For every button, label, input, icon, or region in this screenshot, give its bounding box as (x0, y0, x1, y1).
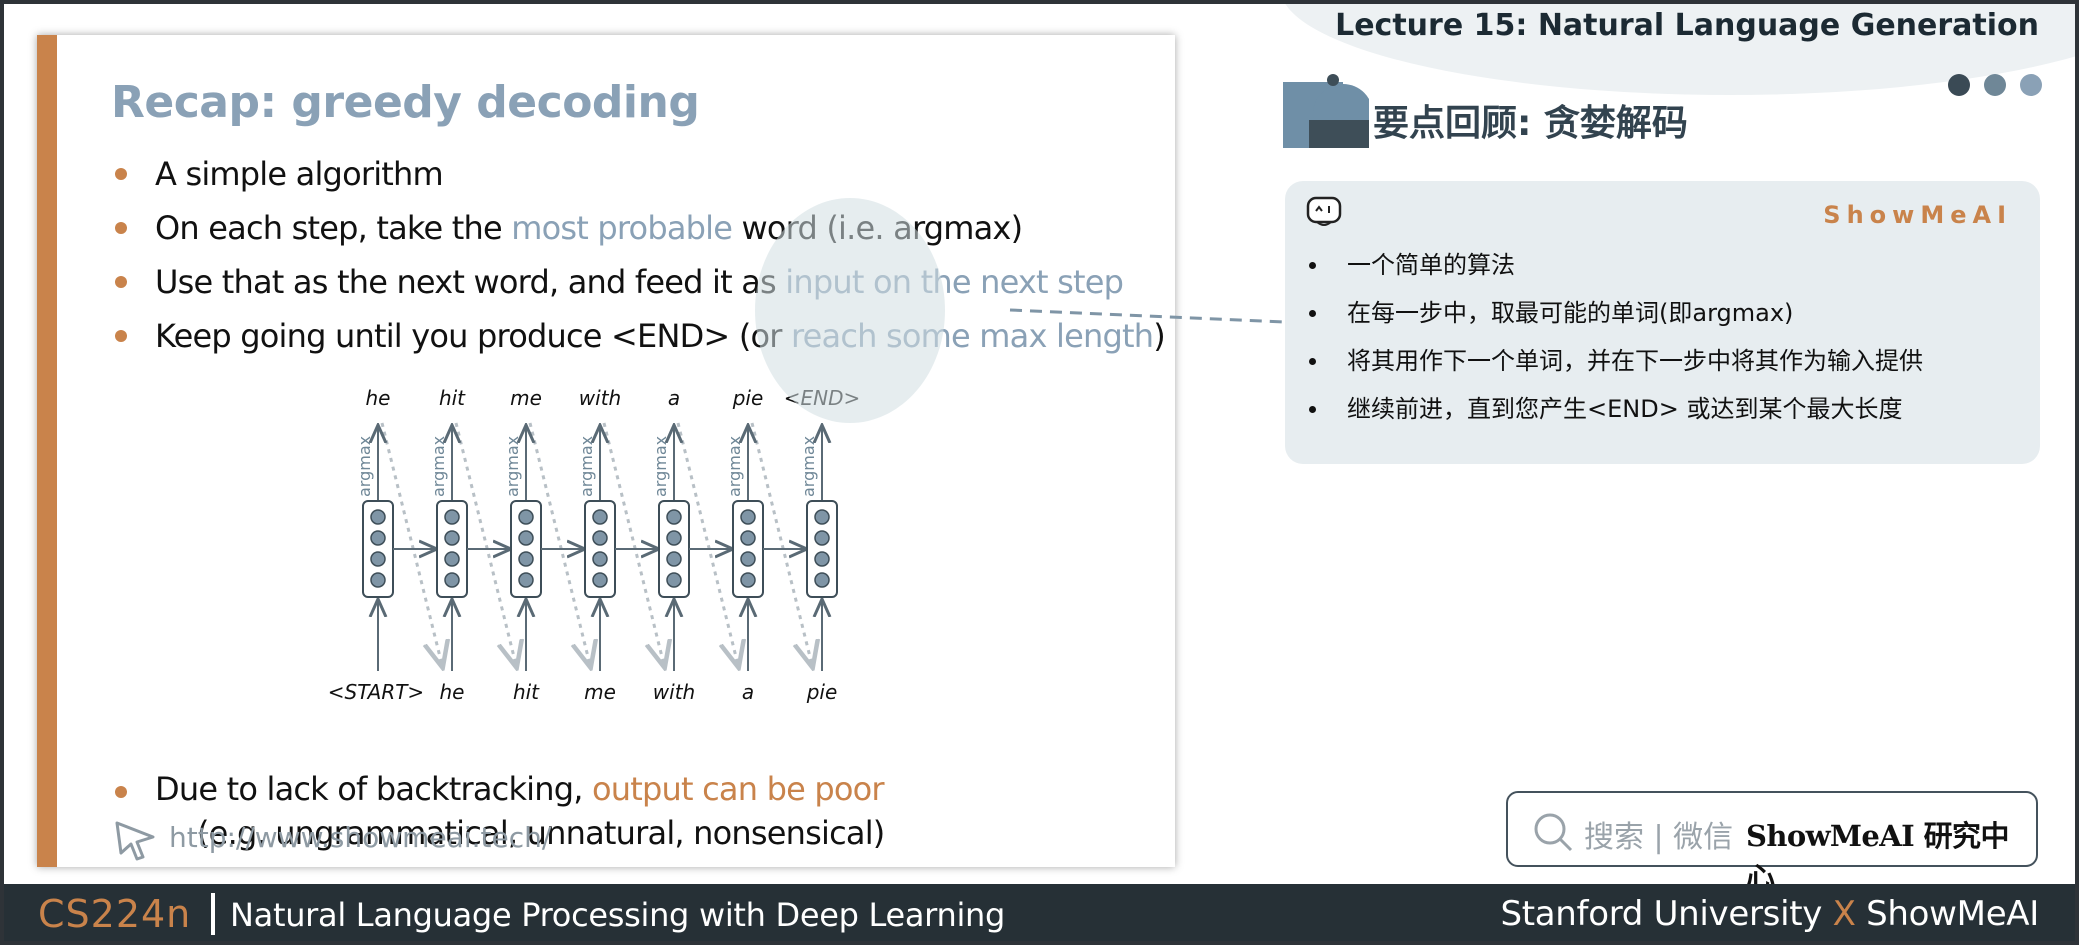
neuron (592, 572, 608, 588)
note-item: 继续前进，直到您产生<END> 或达到某个最大长度 (1307, 385, 1923, 433)
section-title: 要点回顾: 贪婪解码 (1373, 103, 1688, 144)
neuron (444, 572, 460, 588)
neuron (592, 551, 608, 567)
brand-label: ShowMeAI (1823, 201, 2012, 229)
output-word: with (579, 386, 621, 410)
neuron (666, 509, 682, 525)
output-word: hit (439, 386, 466, 410)
dot-3 (2020, 74, 2042, 96)
neuron (518, 551, 534, 567)
neuron (518, 530, 534, 546)
course-subtitle: Natural Language Processing with Deep Le… (230, 896, 1006, 934)
footer-credit-showmeai: ShowMeAI (1855, 894, 2039, 934)
bullet-5-highlight: output can be poor (592, 770, 885, 808)
notes-list: 一个简单的算法 在每一步中，取最可能的单词(即argmax) 将其用作下一个单词… (1307, 241, 1923, 433)
note-item: 在每一步中，取最可能的单词(即argmax) (1307, 289, 1923, 337)
footer-credits: Stanford University X ShowMeAI (1500, 894, 2039, 934)
argmax-label: argmax (725, 436, 744, 497)
notes-card: ShowMeAI 一个简单的算法 在每一步中，取最可能的单词(即argmax) … (1285, 181, 2040, 464)
neuron (666, 572, 682, 588)
footer-divider (211, 893, 215, 935)
input-word: hit (513, 680, 540, 704)
bullet-5-pre: Due to lack of backtracking, (155, 770, 593, 808)
neuron (814, 572, 830, 588)
neuron (370, 572, 386, 588)
input-word: <START> (328, 680, 424, 704)
neuron (444, 530, 460, 546)
footer-credit-stanford: Stanford University (1500, 894, 1833, 934)
website-link[interactable]: http://www.showmeai.tech/ (169, 821, 551, 854)
output-word: me (510, 386, 542, 410)
input-word: me (584, 680, 616, 704)
argmax-label: argmax (577, 436, 596, 497)
neuron (740, 572, 756, 588)
robot-icon (1306, 196, 1342, 226)
search-placeholder: 搜索 | 微信 (1584, 820, 1734, 855)
neuron (518, 572, 534, 588)
note-item: 一个简单的算法 (1307, 241, 1923, 289)
output-word: a (668, 386, 680, 410)
footer-bar: CS224n Natural Language Processing with … (0, 884, 2079, 945)
window-dots (1948, 74, 2042, 96)
neuron (444, 509, 460, 525)
bullet-5-dot (115, 786, 127, 798)
neuron (666, 530, 682, 546)
argmax-label: argmax (651, 436, 670, 497)
greedy-decoding-diagram: argmax he <START> argmax hit he argmax me hit arg… (328, 386, 860, 704)
cursor-icon (115, 821, 155, 861)
neuron (814, 530, 830, 546)
input-word: pie (806, 680, 838, 704)
slide-card: Recap: greedy decoding A simple algorith… (37, 35, 1175, 867)
neuron (592, 509, 608, 525)
neuron (370, 551, 386, 567)
bullet-5-line-1: Due to lack of backtracking, output can … (111, 767, 885, 811)
argmax-label: argmax (355, 436, 374, 497)
output-word: pie (732, 386, 764, 410)
lecture-title: Lecture 15: Natural Language Generation (1335, 8, 2039, 43)
section-icon (1283, 74, 1369, 148)
note-item: 将其用作下一个单词，并在下一步中将其作为输入提供 (1307, 337, 1923, 385)
course-code: CS224n (38, 892, 192, 936)
footer-credit-x: X (1832, 894, 1856, 934)
input-word: a (742, 680, 754, 704)
dot-1 (1948, 74, 1970, 96)
dot-2 (1984, 74, 2006, 96)
neuron (444, 551, 460, 567)
neuron (518, 509, 534, 525)
search-box[interactable]: 搜索 | 微信 ShowMeAI 研究中心 (1506, 791, 2038, 895)
argmax-label: argmax (429, 436, 448, 497)
neuron (814, 551, 830, 567)
input-word: he (440, 680, 465, 704)
neuron (370, 509, 386, 525)
input-word: with (653, 680, 695, 704)
argmax-label: argmax (799, 436, 818, 497)
output-word: he (366, 386, 391, 410)
search-icon (1534, 813, 1573, 852)
neuron (814, 509, 830, 525)
neuron (740, 530, 756, 546)
argmax-label: argmax (503, 436, 522, 497)
neuron (740, 509, 756, 525)
neuron (592, 530, 608, 546)
neuron (370, 530, 386, 546)
neuron (740, 551, 756, 567)
neuron (666, 551, 682, 567)
highlight-spot (755, 198, 945, 423)
